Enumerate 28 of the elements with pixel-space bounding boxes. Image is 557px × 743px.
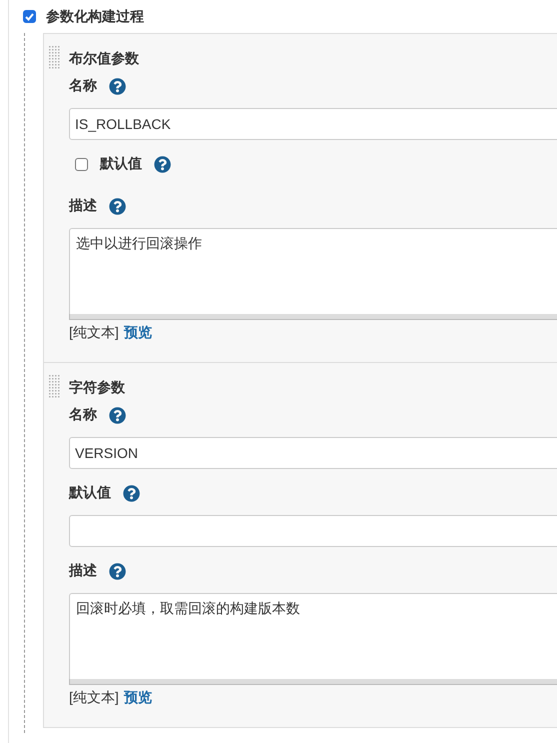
description-field[interactable]: 回滚时必填，取需回滚的构建版本数: [69, 593, 557, 679]
input-field[interactable]: IS_ROLLBACK: [69, 108, 557, 140]
input-field[interactable]: [69, 515, 557, 547]
help-icon[interactable]: [109, 406, 126, 424]
format-label: [纯文本]: [69, 324, 119, 342]
checkbox[interactable]: [75, 158, 88, 170]
preview-link[interactable]: 预览: [124, 689, 152, 707]
help-icon[interactable]: [109, 198, 126, 214]
field-label: 描述: [69, 197, 97, 215]
field-label: 描述: [69, 562, 97, 580]
drag-handle-icon[interactable]: [49, 46, 61, 70]
help-icon[interactable]: [109, 78, 126, 94]
description-field[interactable]: 选中以进行回滚操作: [69, 228, 557, 314]
parameter-title: 布尔值参数: [69, 49, 140, 68]
help-icon[interactable]: [109, 562, 126, 580]
checkbox-label: 参数化构建过程: [46, 8, 144, 26]
checkbox[interactable]: [23, 10, 36, 23]
input-field[interactable]: VERSION: [69, 437, 557, 469]
parameter-title: 字符参数: [69, 378, 126, 397]
field-label: 名称: [69, 77, 97, 95]
help-icon[interactable]: [154, 156, 171, 172]
preview-link[interactable]: 预览: [124, 324, 152, 342]
field-label: 默认值: [69, 484, 111, 502]
field-label: 名称: [69, 406, 97, 424]
drag-handle-icon[interactable]: [49, 375, 61, 399]
format-label: [纯文本]: [69, 689, 119, 707]
help-icon[interactable]: [123, 484, 140, 502]
checkbox-label: 默认值: [100, 155, 142, 173]
